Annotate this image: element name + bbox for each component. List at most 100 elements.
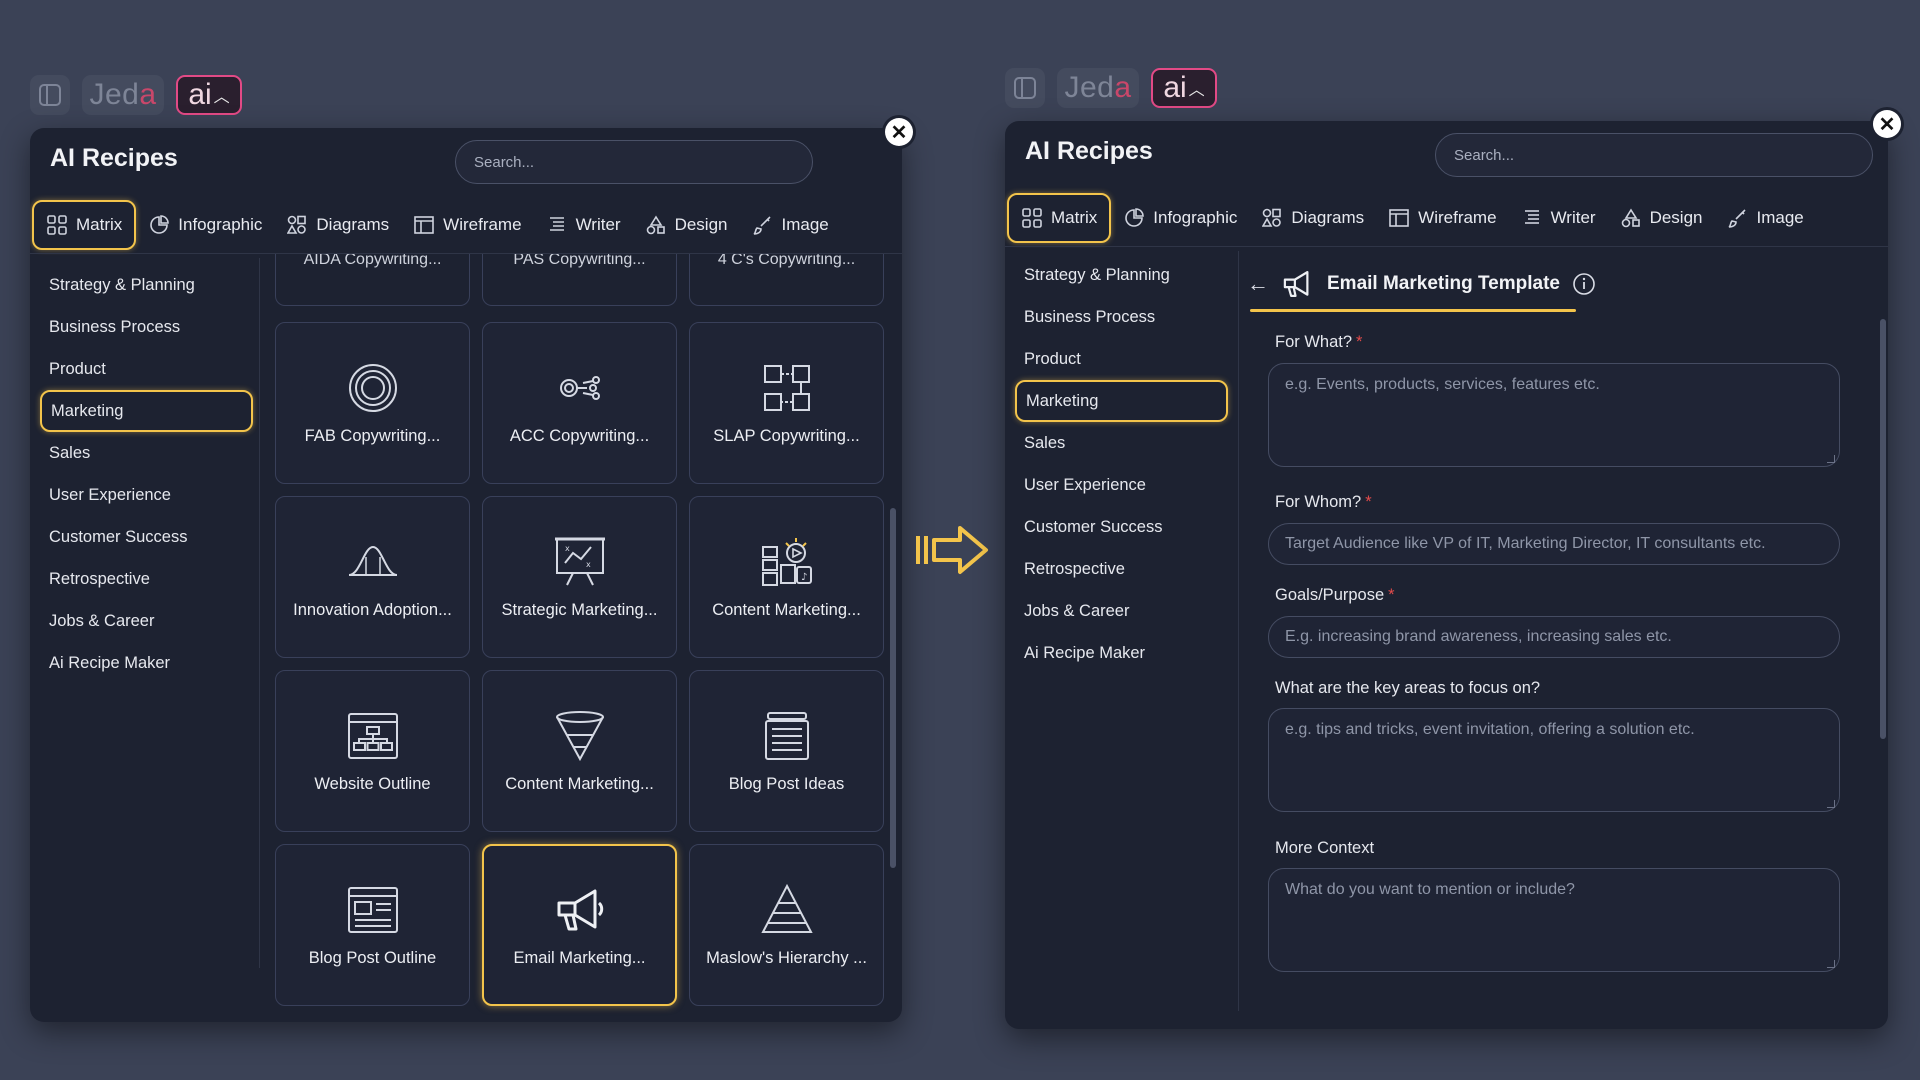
pie-chart-icon [148,214,170,236]
sidebar-item-marketing[interactable]: Marketing [1015,380,1228,422]
sidebar-item-marketing[interactable]: Marketing [40,390,253,432]
tab-bar: Matrix Infographic Diagrams Wireframe Wr… [32,200,841,250]
megaphone-icon [557,889,603,930]
tab-writer[interactable]: Writer [1509,193,1608,243]
recipe-card-website-outline[interactable]: Website Outline [275,670,470,832]
sidebar-panel-icon [39,84,61,106]
label-text: For Whom? [1275,493,1362,511]
card-label: Blog Post Outline [308,948,437,967]
tab-label: Writer [575,215,621,234]
scrollbar[interactable] [890,508,896,868]
tab-label: Wireframe [443,215,522,234]
sidebar-item-strategy-planning[interactable]: Strategy & Planning [1015,254,1228,296]
sidebar-item-user-experience[interactable]: User Experience [40,474,253,516]
search-input[interactable]: Search... [455,140,813,184]
ai-toggle-button[interactable]: ai ︿ [176,75,242,115]
sidebar-item-product[interactable]: Product [1015,338,1228,380]
partial-card-row: AIDA Copywriting... PAS Copywriting... 4… [275,254,884,306]
tab-image[interactable]: Image [740,200,841,250]
megaphone-icon [1283,271,1309,297]
brush-icon [752,214,774,236]
search-input[interactable]: Search... [1435,133,1873,177]
scrollbar[interactable] [1880,319,1886,739]
label-text: Goals/Purpose [1275,586,1385,604]
label-text: What are the key areas to focus on? [1275,679,1541,697]
ai-toggle-button[interactable]: ai ︿ [1151,68,1217,108]
required-marker: * [1388,586,1395,604]
flow-boxes-icon [763,364,810,411]
tab-infographic[interactable]: Infographic [1111,193,1249,243]
recipe-card-blog-post-outline[interactable]: Blog Post Outline [275,844,470,1006]
field-label-for-what: For What? * [1275,333,1362,352]
tab-matrix[interactable]: Matrix [32,200,137,250]
tab-writer[interactable]: Writer [534,200,633,250]
close-icon[interactable]: ✕ [1873,110,1901,138]
sidebar-item-sales[interactable]: Sales [40,432,253,474]
tab-design[interactable]: Design [1608,193,1715,243]
sidebar-item-customer-success[interactable]: Customer Success [1015,506,1228,548]
close-icon[interactable]: ✕ [885,118,913,146]
more-context-textarea[interactable]: What do you want to mention or include? [1268,868,1840,972]
recipe-card-email-marketing[interactable]: Email Marketing... [482,844,677,1006]
layout-icon [1388,207,1410,229]
sidebar-item-ai-recipe-maker[interactable]: Ai Recipe Maker [40,642,253,684]
key-areas-textarea[interactable]: e.g. tips and tricks, event invitation, … [1268,708,1840,812]
sidebar-item-customer-success[interactable]: Customer Success [40,516,253,558]
tab-design[interactable]: Design [633,200,740,250]
pie-chart-icon [1123,207,1145,229]
recipe-card-content-marketing-media[interactable]: ♪ Content Marketing... [689,496,884,658]
sidebar-item-jobs-career[interactable]: Jobs & Career [1015,590,1228,632]
tab-infographic[interactable]: Infographic [136,200,274,250]
text-icon [546,214,568,236]
resize-handle-icon[interactable] [1827,455,1835,463]
for-whom-input[interactable]: Target Audience like VP of IT, Marketing… [1268,523,1840,565]
recipe-card-fab[interactable]: FAB Copywriting... [275,322,470,484]
jeda-logo-button[interactable]: Jed a [1057,68,1139,108]
resize-handle-icon[interactable] [1827,800,1835,808]
jeda-logo-button[interactable]: Jed a [82,75,164,115]
sidebar-item-retrospective[interactable]: Retrospective [1015,548,1228,590]
tab-image[interactable]: Image [1715,193,1816,243]
tab-bar: Matrix Infographic Diagrams Wireframe Wr… [1007,193,1816,243]
goals-input[interactable]: E.g. increasing brand awareness, increas… [1268,616,1840,658]
shapes-icon [1261,207,1283,229]
recipe-card-strategic-marketing[interactable]: xx Strategic Marketing... [482,496,677,658]
target-icon [348,363,397,412]
sidebar-item-business-process[interactable]: Business Process [1015,296,1228,338]
tab-wireframe[interactable]: Wireframe [401,200,533,250]
tab-matrix[interactable]: Matrix [1007,193,1112,243]
sidebar-divider [1238,251,1239,1011]
for-what-textarea[interactable]: e.g. Events, products, services, feature… [1268,363,1840,467]
sidebar-item-ai-recipe-maker[interactable]: Ai Recipe Maker [1015,632,1228,674]
card-label: Content Marketing... [712,600,861,619]
sidebar-item-user-experience[interactable]: User Experience [1015,464,1228,506]
placeholder-text: What do you want to mention or include? [1285,881,1575,898]
tab-label: Diagrams [1291,208,1365,227]
recipe-card-innovation-adoption[interactable]: Innovation Adoption... [275,496,470,658]
recipe-card-content-marketing-funnel[interactable]: Content Marketing... [482,670,677,832]
recipe-card-acc[interactable]: ACC Copywriting... [482,322,677,484]
sidebar-item-retrospective[interactable]: Retrospective [40,558,253,600]
info-icon[interactable] [1572,272,1596,296]
tab-diagrams[interactable]: Diagrams [1249,193,1376,243]
recipe-card-partial[interactable]: PAS Copywriting... [482,254,677,306]
recipe-card-blog-post-ideas[interactable]: Blog Post Ideas [689,670,884,832]
recipe-card-partial[interactable]: 4 C's Copywriting... [689,254,884,306]
sidebar-item-product[interactable]: Product [40,348,253,390]
funnel-icon [555,710,604,761]
tab-diagrams[interactable]: Diagrams [274,200,401,250]
sidebar-toggle-button[interactable] [30,75,70,115]
sidebar-item-business-process[interactable]: Business Process [40,306,253,348]
recipe-card-slap[interactable]: SLAP Copywriting... [689,322,884,484]
sidebar-item-strategy-planning[interactable]: Strategy & Planning [40,264,253,306]
placeholder-text: Target Audience like VP of IT, Marketing… [1285,535,1766,552]
back-arrow-icon[interactable]: ← [1247,271,1269,297]
tab-label: Design [674,215,728,234]
recipe-card-partial[interactable]: AIDA Copywriting... [275,254,470,306]
sidebar-toggle-button[interactable] [1005,68,1045,108]
resize-handle-icon[interactable] [1827,960,1835,968]
tab-wireframe[interactable]: Wireframe [1376,193,1508,243]
sidebar-item-sales[interactable]: Sales [1015,422,1228,464]
recipe-card-maslows-hierarchy[interactable]: Maslow's Hierarchy ... [689,844,884,1006]
sidebar-item-jobs-career[interactable]: Jobs & Career [40,600,253,642]
